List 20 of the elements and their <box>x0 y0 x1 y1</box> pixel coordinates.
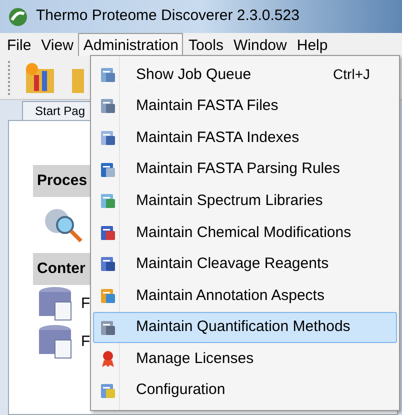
menu-bar-item[interactable]: Window <box>228 33 292 56</box>
menu-item[interactable]: Maintain FASTA Indexes <box>93 122 397 154</box>
menu-item[interactable]: Show Job Queue Ctrl+J <box>93 59 397 91</box>
menu-bar-item[interactable]: Help <box>292 33 333 56</box>
menu-bar-item[interactable]: Tools <box>183 33 228 56</box>
menu-bar-item[interactable]: File <box>2 33 36 56</box>
app-logo-icon <box>8 6 28 26</box>
menu-item[interactable]: Maintain Chemical Modifications <box>93 216 397 249</box>
grip-icon <box>8 60 12 94</box>
window-title: Thermo Proteome Discoverer 2.3.0.523 <box>36 6 300 26</box>
menu-item[interactable]: Configuration <box>93 374 397 407</box>
document-stack-icon <box>99 97 117 116</box>
menu-item[interactable]: Manage Licenses <box>93 343 397 375</box>
item-label: F <box>81 294 90 314</box>
item-label: F <box>81 332 90 352</box>
menu-bar-item[interactable]: View <box>36 33 78 56</box>
menu-item[interactable]: Maintain Quantification Methods <box>93 312 397 344</box>
ribbon-icon <box>100 350 116 368</box>
menu-bar-item[interactable]: Administration <box>78 33 184 56</box>
document-icon <box>99 318 117 337</box>
